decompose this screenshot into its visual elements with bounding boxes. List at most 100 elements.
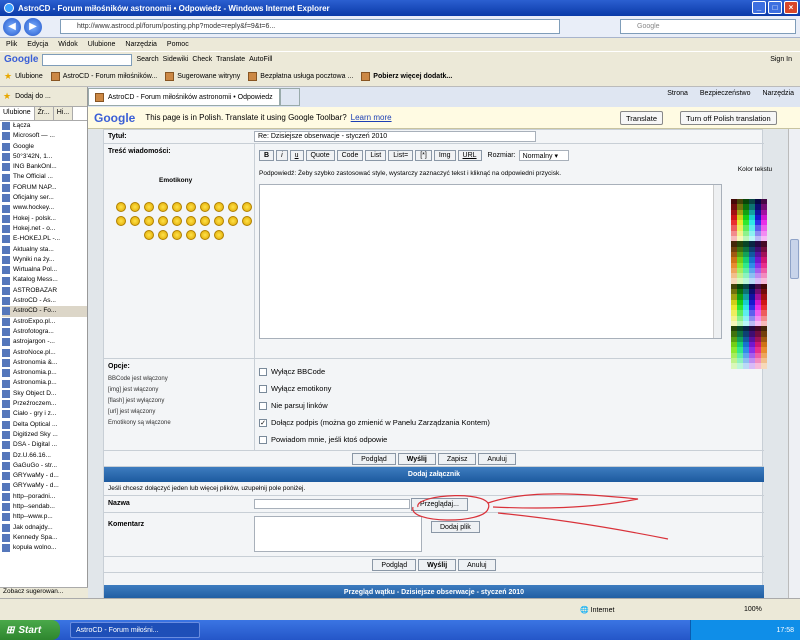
forward-button[interactable]: ▶	[24, 17, 42, 36]
live-search-input[interactable]: Google	[620, 19, 796, 34]
submit-button[interactable]: Wyślij	[397, 453, 436, 465]
italic-button[interactable]: i	[276, 150, 288, 161]
check-button[interactable]: Check	[192, 56, 212, 63]
favorite-link[interactable]: AstroCD - Fo...	[2, 306, 87, 317]
emoticon-icon[interactable]	[186, 230, 196, 240]
option-disable-bbcode[interactable]: Wyłącz BBCode	[259, 367, 325, 376]
list-item-button[interactable]: [*]	[415, 150, 432, 161]
favorite-link[interactable]: 50°3'42N, 1...	[2, 152, 87, 162]
sign-in-button[interactable]: Sign In	[770, 56, 792, 63]
cmd-page[interactable]: Strona	[667, 90, 688, 97]
translate-toolbar-button[interactable]: Translate	[216, 56, 245, 63]
favorite-link[interactable]: http--sendab...	[2, 502, 87, 512]
favorite-link[interactable]: GRYwaMy - d...	[2, 481, 87, 491]
option-notify[interactable]: Powiadom mnie, jeśli ktoś odpowie	[259, 435, 387, 444]
favorite-link[interactable]: Hokej.net - o...	[2, 224, 87, 234]
favorite-link[interactable]: AstroNoce.pl...	[2, 348, 87, 358]
cmd-security[interactable]: Bezpieczeństwo	[700, 90, 751, 97]
favorite-link[interactable]: E-HOKEJ.PL -...	[2, 234, 87, 244]
sidewiki-button[interactable]: Sidewiki	[163, 56, 189, 63]
favorite-link[interactable]: Google	[2, 142, 87, 152]
favorite-link[interactable]: Kennedy Spa...	[2, 533, 87, 543]
favorite-link[interactable]: www.hockey...	[2, 203, 87, 213]
emoticon-icon[interactable]	[158, 230, 168, 240]
checkbox[interactable]	[259, 435, 267, 444]
save-button[interactable]: Zapisz	[437, 453, 477, 465]
menu-help[interactable]: Pomoc	[167, 41, 189, 48]
emoticon-icon[interactable]	[214, 216, 224, 226]
url-button[interactable]: URL	[457, 150, 482, 161]
favorite-link[interactable]: AstroExpo.pl...	[2, 317, 87, 327]
cancel-button-2[interactable]: Anuluj	[458, 559, 496, 571]
cmd-tools[interactable]: Narzędzia	[762, 90, 794, 97]
menu-favorites[interactable]: Ulubione	[88, 41, 116, 48]
favorite-link[interactable]: Hokej - polsk...	[2, 214, 87, 224]
menu-file[interactable]: Plik	[6, 41, 17, 48]
emoticon-icon[interactable]	[200, 216, 210, 226]
emoticon-icon[interactable]	[200, 202, 210, 212]
color-palette[interactable]	[731, 199, 767, 369]
zoom-level[interactable]: 100%	[744, 606, 762, 613]
emoticon-icon[interactable]	[228, 216, 238, 226]
emoticon-icon[interactable]	[186, 202, 196, 212]
favorite-link[interactable]: AstroCD - As...	[2, 296, 87, 306]
favorite-link[interactable]: Sky Object D...	[2, 389, 87, 399]
emoticon-icon[interactable]	[200, 230, 210, 240]
fav-link-mail[interactable]: Bezpłatna usługa pocztowa ...	[248, 72, 353, 81]
close-button[interactable]: ×	[784, 1, 798, 14]
learn-more-link[interactable]: Learn more	[351, 113, 392, 122]
favorite-link[interactable]: Oficjalny ser...	[2, 193, 87, 203]
favorite-link[interactable]: astrojargon -...	[2, 337, 87, 347]
ordered-list-button[interactable]: List=	[388, 150, 414, 161]
google-search-button[interactable]: Search	[136, 56, 158, 63]
favorite-link[interactable]: Digitized Sky ...	[2, 430, 87, 440]
favorite-link[interactable]: DSA - Digital ...	[2, 440, 87, 450]
back-button[interactable]: ◀	[3, 17, 21, 36]
url-input[interactable]: http://www.astrocd.pl/forum/posting.php?…	[60, 19, 560, 34]
emoticon-icon[interactable]	[172, 216, 182, 226]
preview-button[interactable]: Podgląd	[352, 453, 396, 465]
autofill-button[interactable]: AutoFill	[249, 56, 272, 63]
emoticon-icon[interactable]	[116, 216, 126, 226]
sidebar-tab-history[interactable]: Hi...	[53, 107, 74, 120]
emoticon-icon[interactable]	[214, 230, 224, 240]
menu-edit[interactable]: Edycja	[27, 41, 48, 48]
add-to-favorites-button[interactable]: Dodaj do ...	[15, 93, 51, 100]
emoticon-icon[interactable]	[144, 202, 154, 212]
favorite-link[interactable]: Łącza	[2, 121, 87, 131]
option-attach-signature[interactable]: ✓ Dołącz podpis (można go zmienić w Panel…	[259, 418, 490, 427]
favorite-link[interactable]: Przeźroczem...	[2, 399, 87, 409]
emoticon-icon[interactable]	[186, 216, 196, 226]
textarea-scrollbar[interactable]	[713, 185, 721, 338]
option-no-links[interactable]: Nie parsuj linków	[259, 401, 328, 410]
emoticon-icon[interactable]	[214, 202, 224, 212]
favorite-link[interactable]: FORUM NAP...	[2, 183, 87, 193]
favorite-link[interactable]: http--www.p...	[2, 512, 87, 522]
favorite-link[interactable]: Astronomia &...	[2, 358, 87, 368]
message-textarea[interactable]	[259, 184, 722, 339]
emoticon-icon[interactable]	[228, 202, 238, 212]
favorite-link[interactable]: http--poradni...	[2, 492, 87, 502]
emoticon-icon[interactable]	[144, 230, 154, 240]
option-disable-emoticons[interactable]: Wyłącz emotikony	[259, 384, 331, 393]
favorite-link[interactable]: Dz.U.66.16...	[2, 451, 87, 461]
checkbox[interactable]	[259, 384, 267, 393]
sidebar-tab-favorites[interactable]: Ulubione	[0, 107, 35, 120]
menu-tools[interactable]: Narzędzia	[125, 41, 157, 48]
quote-button[interactable]: Quote	[305, 150, 335, 161]
favorites-button[interactable]: ★ Ulubione	[4, 71, 43, 82]
tab-astrocd[interactable]: AstroCD - Forum miłośników astronomii • …	[88, 88, 280, 106]
turn-off-translation-button[interactable]: Turn off Polish translation	[680, 111, 777, 125]
underline-button[interactable]: u	[289, 150, 304, 161]
favorite-link[interactable]: The Official ...	[2, 172, 87, 182]
page-scrollbar[interactable]	[788, 129, 800, 598]
favorite-link[interactable]: Delta Optical ...	[2, 420, 87, 430]
favorite-link[interactable]: Wirtualna Pol...	[2, 265, 87, 275]
font-size-select[interactable]: Normalny ▾	[518, 150, 569, 161]
taskbar-item-ie[interactable]: AstroCD - Forum miłośni...	[70, 622, 200, 638]
list-button[interactable]: List	[365, 150, 387, 161]
favorite-link[interactable]: Astronomia.p...	[2, 378, 87, 388]
favorite-link[interactable]: GaGuGo - str...	[2, 461, 87, 471]
preview-button-2[interactable]: Podgląd	[372, 559, 417, 571]
fav-link-addons[interactable]: Pobierz więcej dodatk...	[361, 72, 452, 81]
